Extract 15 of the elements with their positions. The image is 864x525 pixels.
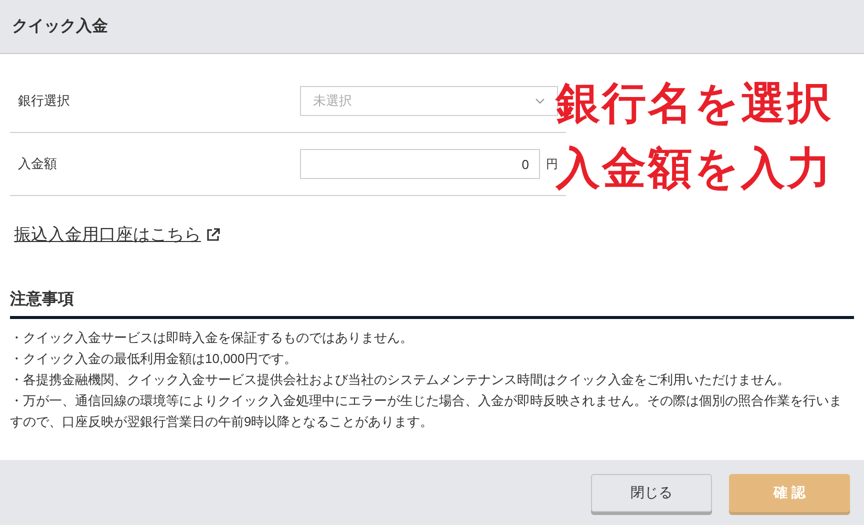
window-title: クイック入金 — [12, 16, 108, 36]
annotation-text: 銀行名を選択 — [556, 78, 833, 130]
note-text: ・各提携金融機関、クイック入金サービス提供会社および当社のシステムメンテナンス時間はクイック入金をご利用いただけません。 — [10, 370, 791, 388]
section-heading: 注意事項 — [10, 290, 74, 308]
annotation-text: 入金額を入力 — [556, 143, 833, 195]
note-text: ・万が一、通信回線の環境等によりクイック入金処理中にエラーが生じた場合、入金が即時反映されません。その際は個別の照合作業を行いますので、口座反映が翌銀行営業日の午前9時以降となることがあります。 — [10, 392, 843, 430]
field-label: 銀行選択 — [17, 92, 71, 110]
account-link[interactable]: 振込入金用口座はこちら — [14, 222, 201, 248]
note-text: ・クイック入金サービスは即時入金を保証するものではありません。 — [10, 328, 414, 346]
external-link-icon — [205, 226, 221, 243]
unit-label: 円 — [546, 157, 558, 171]
note-text: ・クイック入金の最低利用金額は10,000円です。 — [10, 350, 298, 368]
chevron-down-icon — [535, 98, 545, 104]
amount-field[interactable]: 0 — [300, 149, 540, 179]
field-label: 入金額 — [17, 155, 58, 174]
